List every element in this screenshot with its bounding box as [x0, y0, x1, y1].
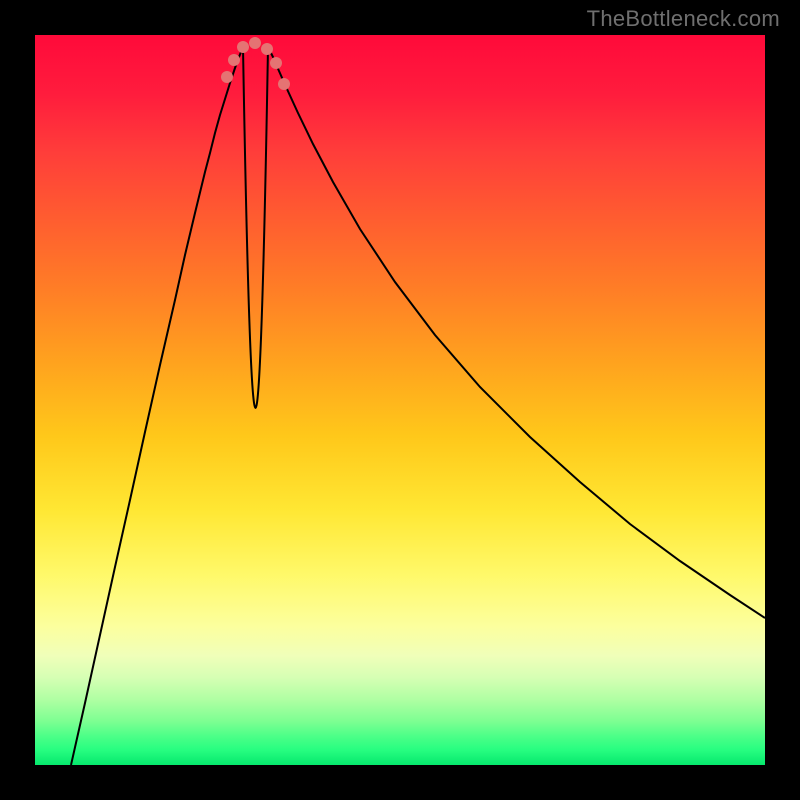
curve-left-branch [71, 47, 243, 765]
curve-marker [249, 37, 261, 49]
curve-bottom-arc [243, 47, 268, 408]
curve-marker [278, 78, 290, 90]
curve-marker [261, 43, 273, 55]
chart-plot-area [35, 35, 765, 765]
curve-marker [228, 54, 240, 66]
curve-marker [237, 41, 249, 53]
curve-marker [221, 71, 233, 83]
bottleneck-curve-svg [35, 35, 765, 765]
watermark-text: TheBottleneck.com [587, 6, 780, 32]
curve-right-branch [268, 47, 765, 618]
curve-marker [270, 57, 282, 69]
